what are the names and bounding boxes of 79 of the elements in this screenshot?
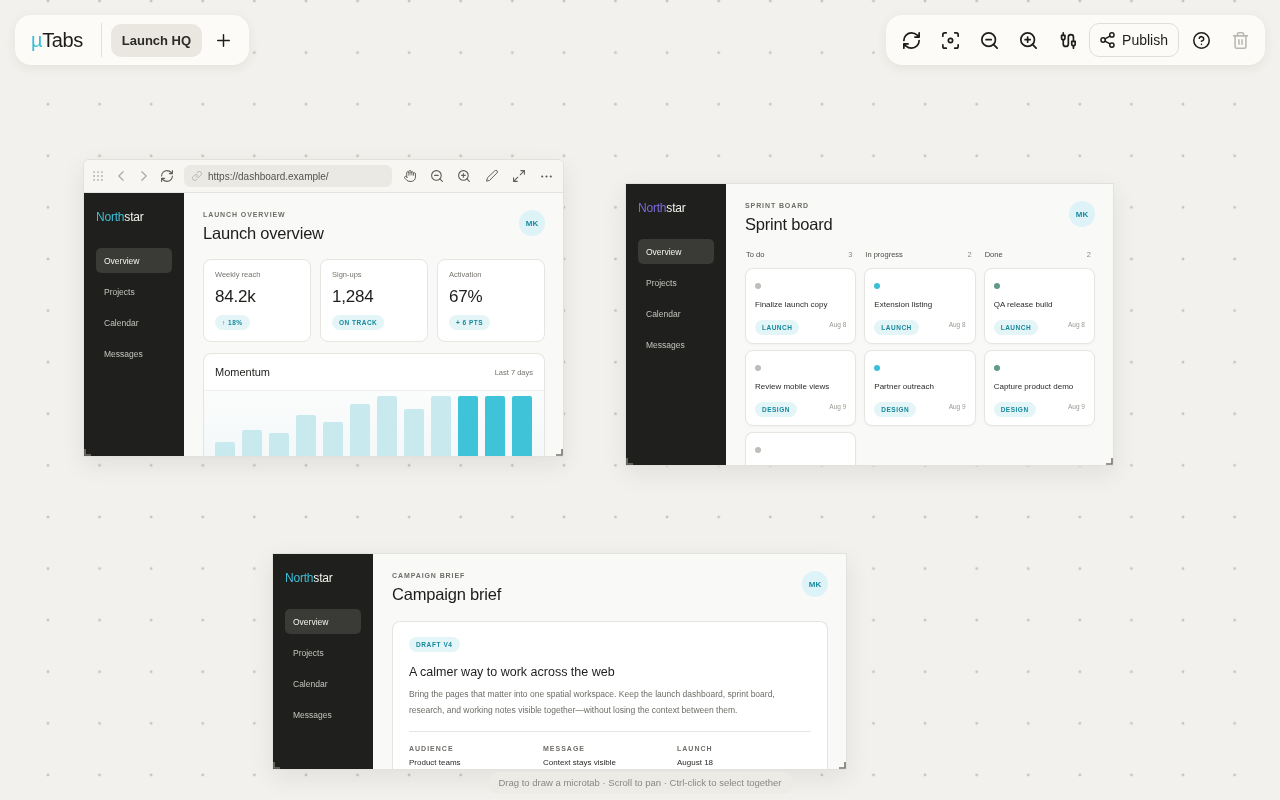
task-title: Finalize launch copy — [755, 300, 829, 310]
chart-bar — [485, 396, 505, 456]
resize-corner-icon[interactable] — [626, 458, 633, 465]
nav-item[interactable]: Calendar — [638, 301, 714, 326]
task-title: Review mobile views — [755, 382, 831, 392]
zoom-in-icon — [1019, 31, 1037, 49]
chart-bar — [377, 396, 397, 456]
nav-item[interactable]: Overview — [285, 609, 361, 634]
chart-bar — [269, 433, 289, 456]
nav-item[interactable]: Calendar — [285, 671, 361, 696]
grip-icon — [92, 171, 103, 181]
chevron-right-icon — [140, 171, 147, 181]
user-avatar[interactable]: MK — [519, 210, 545, 236]
nav-item[interactable]: Projects — [96, 279, 172, 304]
link-icon — [192, 171, 202, 181]
zoom-out-icon — [430, 170, 443, 182]
publish-button[interactable]: Publish — [1089, 23, 1179, 57]
hint-bar: Drag to draw a microtab · Scroll to pan · Ctrl-click to select together — [487, 772, 793, 794]
resize-corner-icon[interactable] — [84, 449, 91, 456]
user-avatar[interactable]: MK — [802, 571, 828, 597]
zoom-in-icon — [458, 170, 471, 182]
chart-bar — [431, 396, 451, 456]
brand-logo: Northstar — [285, 571, 334, 585]
nav-item[interactable]: Projects — [638, 270, 714, 295]
plus-icon — [216, 33, 230, 47]
brand-logo: Northstar — [638, 201, 687, 215]
page-title: Launch overview — [203, 223, 324, 244]
pen-icon — [485, 170, 498, 182]
fact-value: Product teams — [409, 758, 462, 768]
chart-title: Momentum — [215, 366, 271, 378]
task-title: Capture product demo — [993, 382, 1075, 392]
chevron-left-icon — [117, 171, 124, 181]
more-icon — [540, 174, 552, 178]
share-icon — [1100, 32, 1116, 48]
cable-icon — [1058, 31, 1076, 49]
chart-bar — [323, 422, 343, 456]
chart-bar — [512, 396, 532, 456]
chart-bar — [296, 415, 316, 456]
task-title: QA release build — [993, 300, 1054, 310]
chart-bar — [215, 442, 235, 456]
app-logo: µTabs — [31, 28, 83, 52]
nav-item[interactable]: Messages — [285, 702, 361, 727]
page-title: Sprint board — [745, 214, 833, 235]
trash-icon — [1231, 31, 1249, 49]
resize-corner-icon[interactable] — [273, 762, 280, 769]
task-title: Partner outreach — [874, 382, 935, 392]
brief-body: Bring the pages that matter into one spatial workspace. Keep the launch dashboard, sprint board, research, and working notes visible together—without losing the context between them. — [409, 688, 776, 717]
viewfinder-icon — [941, 31, 959, 49]
resize-corner-icon[interactable] — [556, 449, 563, 456]
stat-value: 84.2k — [215, 287, 257, 307]
workspace-tab[interactable]: Launch HQ — [110, 23, 203, 57]
nav-item[interactable]: Messages — [96, 341, 172, 366]
user-avatar[interactable]: MK — [1069, 201, 1095, 227]
stat-value: 67% — [449, 287, 484, 307]
chart-bar — [350, 404, 370, 456]
nav-item[interactable]: Overview — [638, 239, 714, 264]
nav-item[interactable]: Messages — [638, 332, 714, 357]
nav-item[interactable]: Calendar — [96, 310, 172, 335]
chart-bar — [404, 409, 424, 456]
nav-item[interactable]: Projects — [285, 640, 361, 665]
brand-logo: Northstar — [96, 210, 145, 224]
nav-item[interactable]: Overview — [96, 248, 172, 273]
address-field[interactable]: https://dashboard.example/ — [184, 165, 392, 187]
expand-icon — [512, 170, 525, 182]
fact-value: August 18 — [677, 758, 715, 768]
task-title: Extension listing — [874, 300, 934, 310]
brief-heading: A calmer way to work across the web — [409, 664, 616, 680]
chart-bar — [242, 430, 262, 456]
stat-value: 1,284 — [332, 287, 375, 307]
resize-corner-icon[interactable] — [839, 762, 846, 769]
chart-bar — [458, 396, 478, 456]
help-icon — [1192, 31, 1210, 49]
hand-icon — [403, 170, 416, 182]
page-title: Campaign brief — [392, 584, 502, 605]
resize-corner-icon[interactable] — [1106, 458, 1113, 465]
refresh-icon — [902, 31, 920, 49]
zoom-out-icon — [980, 31, 998, 49]
fact-value: Context stays visible — [543, 758, 617, 768]
refresh-icon — [160, 170, 173, 182]
